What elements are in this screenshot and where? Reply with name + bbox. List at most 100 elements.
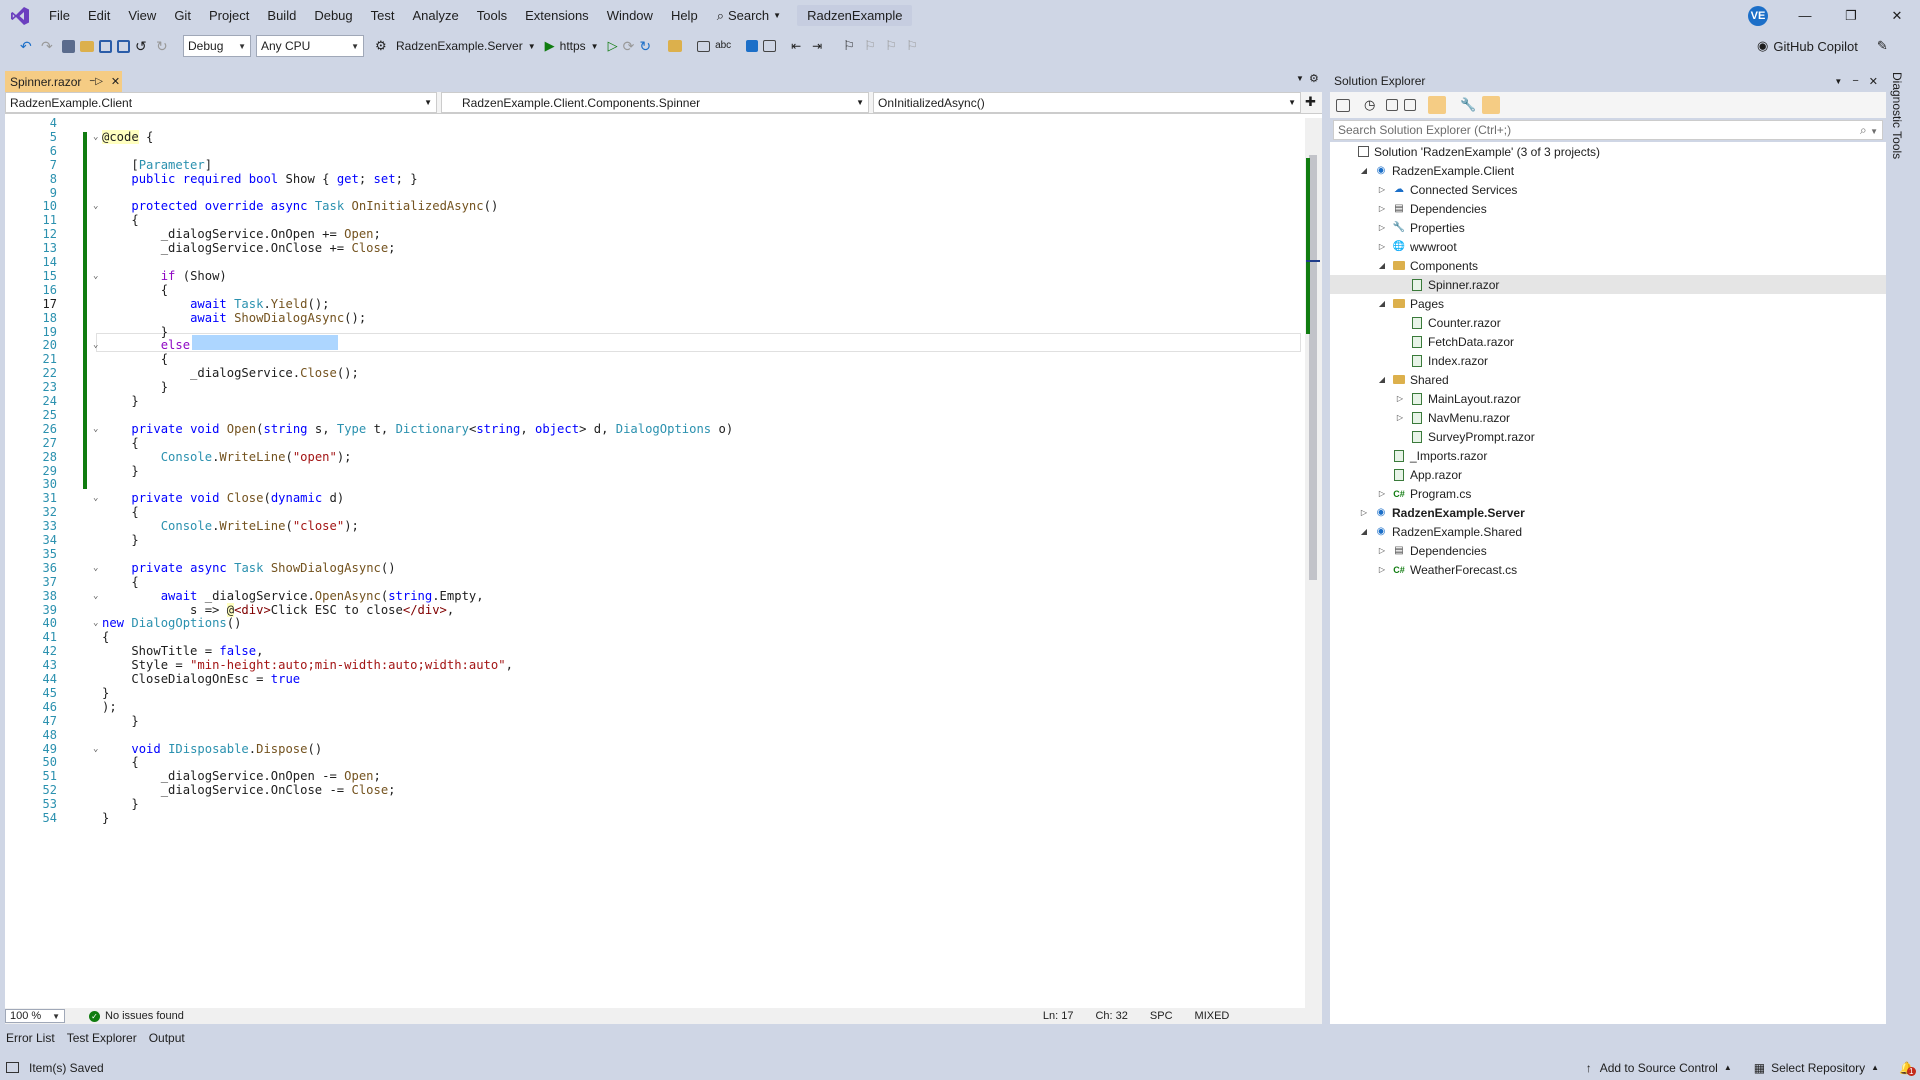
code-line[interactable]: } [102,533,138,547]
forward-icon[interactable]: ↷ [41,38,57,54]
tab-error-list[interactable]: Error List [6,1031,55,1045]
line-indicator[interactable]: Ln: 17 [1043,1010,1074,1022]
code-line[interactable]: new DialogOptions() [102,616,241,630]
tree-item[interactable]: App.razor [1330,465,1886,484]
avatar[interactable]: VE [1748,6,1768,26]
code-editor[interactable]: 4 5 ⌄ @code {6 7 [Parameter] 8 public require… [5,116,1305,1008]
tree-item[interactable]: ▷ MainLayout.razor [1330,389,1886,408]
feedback-icon[interactable]: ✎ [1877,38,1888,54]
expand-toggle-icon[interactable]: ▷ [1376,204,1388,213]
step-icon[interactable] [746,40,759,52]
expand-toggle-icon[interactable]: ◢ [1358,166,1370,175]
menu-test[interactable]: Test [362,0,404,31]
prev-bookmark-icon[interactable]: ⚐ [864,38,880,54]
tab-spinner-razor[interactable]: Spinner.razor −▷ ✕ [5,71,122,92]
expand-toggle-icon[interactable]: ▷ [1376,242,1388,251]
line-endings-indicator[interactable]: MIXED [1195,1010,1230,1022]
sync-icon[interactable] [1336,98,1350,112]
indent-icon[interactable]: ⇥ [812,38,828,54]
configuration-select[interactable]: Debug ▼ [183,35,251,57]
refresh-icon[interactable]: ↻ [639,38,651,55]
fold-chevron-icon[interactable]: ⌄ [93,424,98,434]
fold-chevron-icon[interactable]: ⌄ [93,201,98,211]
tree-item[interactable]: ▷ 🔧 Properties [1330,218,1886,237]
tree-item[interactable]: Index.razor [1330,351,1886,370]
expand-toggle-icon[interactable]: ▷ [1358,508,1370,517]
expand-toggle-icon[interactable]: ▷ [1376,565,1388,574]
restore-button[interactable]: ❐ [1828,0,1874,31]
code-line[interactable]: ); [102,700,117,714]
fold-chevron-icon[interactable]: ⌄ [93,744,98,754]
solution-name-badge[interactable]: RadzenExample [797,5,913,26]
code-line[interactable]: } [102,380,168,394]
run-icon[interactable]: ▶ [545,38,555,54]
tab-output[interactable]: Output [149,1031,185,1045]
fold-chevron-icon[interactable]: ⌄ [93,271,98,281]
close-tab-icon[interactable]: ✕ [111,75,120,88]
chevron-down-icon[interactable]: ▼ [1834,77,1842,86]
code-line[interactable]: public required bool Show { get; set; } [102,172,417,186]
menu-build[interactable]: Build [258,0,305,31]
select-repository-button[interactable]: Select Repository [1771,1061,1865,1075]
member-nav-select[interactable]: OnInitializedAsync() ▼ [873,92,1301,113]
tree-item[interactable]: ▷ ◉ RadzenExample.Server [1330,503,1886,522]
code-line[interactable]: await _dialogService.OpenAsync(string.Em… [102,589,484,603]
code-line[interactable]: Console.WriteLine("close"); [102,519,359,533]
code-line[interactable]: private async Task ShowDialogAsync() [102,561,395,575]
close-icon[interactable]: ✕ [1869,75,1878,88]
fold-chevron-icon[interactable]: ⌄ [93,132,98,142]
save-all-icon[interactable] [117,39,130,53]
tree-item[interactable]: ◢ Pages [1330,294,1886,313]
minimize-button[interactable]: — [1782,0,1828,31]
expand-toggle-icon[interactable]: ▷ [1376,185,1388,194]
code-line[interactable]: _dialogService.Close(); [102,366,359,380]
pin-icon[interactable]: − [1852,75,1858,87]
platform-select[interactable]: Any CPU ▼ [256,35,364,57]
menu-tools[interactable]: Tools [468,0,516,31]
code-line[interactable]: { [102,630,109,644]
code-line[interactable]: void IDisposable.Dispose() [102,742,322,756]
code-line[interactable]: { [102,283,168,297]
code-line[interactable]: @code { [102,129,153,144]
fold-chevron-icon[interactable]: ⌄ [93,563,98,573]
code-line[interactable]: } [102,686,109,700]
compare-icon[interactable] [763,40,777,52]
tree-item[interactable]: ◢ Components [1330,256,1886,275]
code-line[interactable]: Style = "min-height:auto;min-width:auto;… [102,658,513,672]
expand-toggle-icon[interactable]: ▷ [1376,489,1388,498]
expand-toggle-icon[interactable]: ▷ [1394,394,1406,403]
code-line[interactable]: CloseDialogOnEsc = true [102,672,300,686]
close-window-button[interactable]: ✕ [1874,0,1920,31]
split-editor-icon[interactable]: ✚ [1305,92,1316,113]
code-line[interactable]: } [102,464,138,478]
code-line[interactable]: _dialogService.OnClose += Close; [102,241,396,255]
scrollbar-thumb[interactable] [1309,155,1317,580]
expand-toggle-icon[interactable]: ◢ [1376,375,1388,384]
diagnostic-tools-tab[interactable]: Diagnostic Tools [1890,72,1904,159]
redo-icon[interactable]: ↻ [156,38,172,54]
code-line[interactable]: } [102,811,109,825]
tree-item[interactable]: Solution 'RadzenExample' (3 of 3 project… [1330,142,1886,161]
spell-check-icon[interactable]: abc [715,38,731,54]
expand-toggle-icon[interactable]: ▷ [1394,413,1406,422]
code-line[interactable]: await Task.Yield(); [102,297,329,311]
code-line[interactable]: await ShowDialogAsync(); [102,311,366,325]
show-all-files-icon[interactable] [1404,99,1416,111]
menu-window[interactable]: Window [598,0,662,31]
menu-file[interactable]: File [40,0,79,31]
solution-explorer-search-input[interactable]: Search Solution Explorer (Ctrl+;) ⌕ ▼ [1333,120,1883,140]
code-line[interactable]: { [102,505,138,519]
tree-item[interactable]: ▷ C# Program.cs [1330,484,1886,503]
search-button[interactable]: ⌕ Search ▼ [707,8,791,24]
class-nav-select[interactable]: RadzenExample.Client.Components.Spinner ▼ [441,92,869,113]
issues-status[interactable]: No issues found [105,1010,184,1022]
collapse-all-icon[interactable] [1386,99,1398,111]
code-line[interactable]: } [102,714,138,728]
tree-item[interactable]: ◢ ◉ RadzenExample.Shared [1330,522,1886,541]
code-line[interactable]: protected override async Task OnInitiali… [102,199,498,213]
undo-icon[interactable]: ↺ [135,38,151,54]
column-indicator[interactable]: Ch: 32 [1095,1010,1127,1022]
history-icon[interactable]: ◷ [1364,97,1380,113]
whitespace-indicator[interactable]: SPC [1150,1010,1173,1022]
menu-analyze[interactable]: Analyze [403,0,467,31]
